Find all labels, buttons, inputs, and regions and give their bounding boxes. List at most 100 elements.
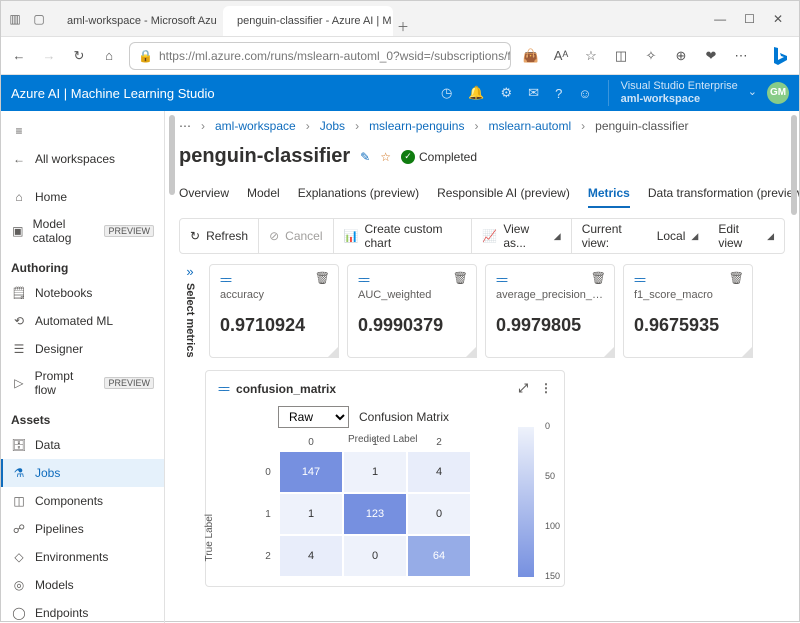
minimize-button[interactable]: — xyxy=(714,12,726,26)
metric-card-f1[interactable]: ==🗑f1_score_macro0.9675935 xyxy=(623,264,753,358)
star-icon[interactable]: ☆ xyxy=(380,150,391,164)
delete-icon[interactable]: 🗑 xyxy=(315,271,330,285)
matrix-mode-select[interactable]: Raw xyxy=(278,406,349,428)
edit-icon[interactable]: ✎ xyxy=(360,150,370,164)
close-button[interactable]: ✕ xyxy=(773,12,783,26)
sidebar-all-workspaces[interactable]: ←All workspaces xyxy=(1,145,164,173)
more-icon[interactable]: ⋯ xyxy=(179,119,191,133)
sidebar-components[interactable]: ◫Components xyxy=(1,487,164,515)
sidebar-item-label: All workspaces xyxy=(35,152,115,166)
breadcrumb-link[interactable]: mslearn-automl xyxy=(488,119,571,133)
content-tabs: Overview Model Explanations (preview) Re… xyxy=(165,180,799,208)
edit-view-dropdown[interactable]: Edit view◢ xyxy=(708,219,784,253)
face-icon[interactable]: ☺ xyxy=(578,86,591,101)
tab-responsible-ai[interactable]: Responsible AI (preview) xyxy=(437,180,570,208)
star-icon[interactable]: ☆ xyxy=(581,46,601,66)
sidebar-item-label: Environments xyxy=(35,550,108,564)
view-as-dropdown[interactable]: 📈View as...◢ xyxy=(472,219,571,253)
equals-icon: == xyxy=(358,273,368,287)
feedback-icon[interactable]: ✉ xyxy=(528,85,539,101)
matrix-cell: 0 xyxy=(344,536,406,576)
tab-overview[interactable]: Overview xyxy=(179,180,229,208)
menu-icon[interactable]: ⋯ xyxy=(731,46,751,66)
sidebar-data[interactable]: 🗄Data xyxy=(1,431,164,459)
main-scrollbar[interactable] xyxy=(791,115,797,215)
refresh-button[interactable]: ↻Refresh xyxy=(180,219,259,253)
chevron-down-icon: ⌄ xyxy=(748,86,757,99)
tabs-icon[interactable]: ▢ xyxy=(29,9,49,29)
back-button[interactable]: ← xyxy=(9,46,29,66)
flask-icon: ⚗ xyxy=(11,465,27,481)
command-bar: ↻Refresh ⊘Cancel 📊Create custom chart 📈V… xyxy=(179,218,785,254)
tab-preview-icon[interactable]: ▥ xyxy=(5,9,25,29)
expand-icon[interactable]: ⤢ xyxy=(518,381,528,396)
confusion-matrix-grid: 0 1 2 0 147 1 4 1 1 123 0 2 4 0 64 xyxy=(258,434,552,576)
matrix-cell: 4 xyxy=(280,536,342,576)
sidebar-item-label: Notebooks xyxy=(35,286,92,300)
hamburger-button[interactable]: ≡ xyxy=(1,117,164,145)
bing-icon[interactable] xyxy=(767,44,791,68)
page-title-row: penguin-classifier ✎ ☆ ✓Completed xyxy=(165,141,799,180)
preview-badge: PREVIEW xyxy=(104,377,154,389)
col-header: 1 xyxy=(344,434,406,450)
chart-title: confusion_matrix xyxy=(236,382,336,396)
collections-icon[interactable]: ⊕ xyxy=(671,46,691,66)
help-icon[interactable]: ? xyxy=(555,86,562,101)
automl-icon: ⟲ xyxy=(11,313,27,329)
sidebar-environments[interactable]: ◇Environments xyxy=(1,543,164,571)
sidebar-item-label: Jobs xyxy=(35,466,60,480)
shopping-icon[interactable]: 👜 xyxy=(521,46,541,66)
sidebar-designer[interactable]: ☰Designer xyxy=(1,335,164,363)
url-field[interactable]: 🔒 https://ml.azure.com/runs/mslearn-auto… xyxy=(129,42,511,70)
sidebar-pipelines[interactable]: ☍Pipelines xyxy=(1,515,164,543)
delete-icon[interactable]: 🗑 xyxy=(591,271,606,285)
forward-button: → xyxy=(39,46,59,66)
delete-icon[interactable]: 🗑 xyxy=(729,271,744,285)
sidebar-prompt-flow[interactable]: ▷Prompt flowPREVIEW xyxy=(1,363,164,403)
sidebar-home[interactable]: ⌂Home xyxy=(1,183,164,211)
metric-card-accuracy[interactable]: ==🗑accuracy0.9710924 xyxy=(209,264,339,358)
breadcrumb: ⋯› aml-workspace› Jobs› mslearn-penguins… xyxy=(165,111,799,141)
maximize-button[interactable]: ☐ xyxy=(744,12,755,26)
breadcrumb-link[interactable]: Jobs xyxy=(320,119,345,133)
create-chart-button[interactable]: 📊Create custom chart xyxy=(334,219,473,253)
account-switcher[interactable]: Visual Studio Enterprise aml-workspace ⌄… xyxy=(608,80,789,106)
more-icon[interactable]: ⋮ xyxy=(540,381,552,396)
split-icon[interactable]: ◫ xyxy=(611,46,631,66)
refresh-button[interactable]: ↻ xyxy=(69,46,89,66)
sidebar-model-catalog[interactable]: ▣Model catalogPREVIEW xyxy=(1,211,164,251)
read-aloud-icon[interactable]: Aᴬ xyxy=(551,46,571,66)
sidebar-item-label: Endpoints xyxy=(35,606,88,620)
avatar[interactable]: GM xyxy=(767,82,789,104)
metric-card-auc[interactable]: ==🗑AUC_weighted0.9990379 xyxy=(347,264,477,358)
tab-model[interactable]: Model xyxy=(247,180,280,208)
breadcrumb-link[interactable]: mslearn-penguins xyxy=(369,119,464,133)
breadcrumb-current: penguin-classifier xyxy=(595,119,688,133)
browser-tabs: aml-workspace - Microsoft Azu✕ penguin-c… xyxy=(53,1,698,36)
tab-metrics[interactable]: Metrics xyxy=(588,180,630,208)
sidebar-notebooks[interactable]: 🗒Notebooks xyxy=(1,279,164,307)
browser-tab-1[interactable]: aml-workspace - Microsoft Azu✕ xyxy=(53,6,223,36)
clock-icon[interactable]: ◷ xyxy=(441,85,452,101)
favorites-icon[interactable]: ✧ xyxy=(641,46,661,66)
sidebar-endpoints[interactable]: ◯Endpoints xyxy=(1,599,164,623)
heart-icon[interactable]: ❤ xyxy=(701,46,721,66)
check-icon: ✓ xyxy=(401,150,415,164)
tab-explanations[interactable]: Explanations (preview) xyxy=(298,180,419,208)
select-metrics-toggle[interactable]: » Select metrics xyxy=(179,264,201,358)
breadcrumb-link[interactable]: aml-workspace xyxy=(215,119,296,133)
new-tab-button[interactable]: ＋ xyxy=(393,16,413,36)
bell-icon[interactable]: 🔔 xyxy=(468,85,484,101)
preview-badge: PREVIEW xyxy=(104,225,154,237)
sidebar-automl[interactable]: ⟲Automated ML xyxy=(1,307,164,335)
metric-card-avg-precision[interactable]: ==🗑average_precision_sco...0.9979805 xyxy=(485,264,615,358)
chart-subtitle: Confusion Matrix xyxy=(359,410,449,424)
browser-tab-2[interactable]: penguin-classifier - Azure AI | M✕ xyxy=(223,6,393,36)
sidebar-jobs[interactable]: ⚗ Jobs xyxy=(1,459,164,487)
current-view-dropdown[interactable]: Current view: Local◢ xyxy=(572,219,709,253)
delete-icon[interactable]: 🗑 xyxy=(453,271,468,285)
tab-data-transformation[interactable]: Data transformation (preview) xyxy=(648,180,799,208)
sidebar-models[interactable]: ◎Models xyxy=(1,571,164,599)
settings-icon[interactable]: ⚙ xyxy=(501,85,513,101)
home-button[interactable]: ⌂ xyxy=(99,46,119,66)
